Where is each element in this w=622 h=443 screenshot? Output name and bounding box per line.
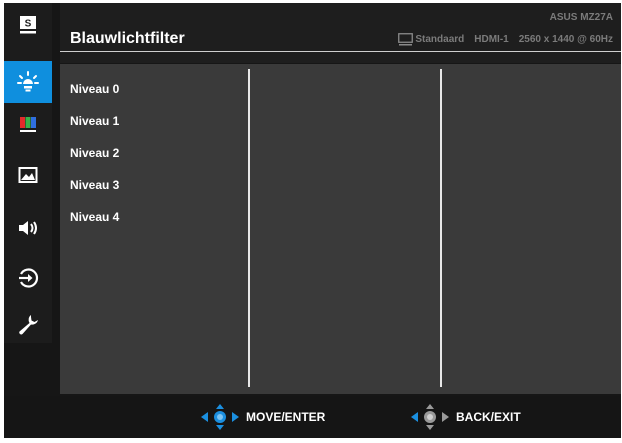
- sidebar-item-color[interactable]: [4, 106, 52, 142]
- splendid-icon: S: [20, 16, 36, 34]
- sidebar-item-system-setup[interactable]: [4, 306, 52, 342]
- column-divider-2: [440, 69, 442, 387]
- page-title: Blauwlichtfilter: [70, 30, 185, 47]
- option-niveau-1[interactable]: Niveau 1: [70, 110, 119, 142]
- status-bar: Standaard HDMI-1 2560 x 1440 @ 60Hz: [398, 33, 613, 46]
- option-niveau-3[interactable]: Niveau 3: [70, 174, 119, 206]
- footer: MOVE/ENTER BACK/EXIT: [4, 396, 621, 438]
- resolution-label: 2560 x 1440 @ 60Hz: [518, 34, 613, 45]
- header-divider: [60, 51, 621, 52]
- sidebar: S: [4, 3, 52, 343]
- sidebar-item-splendid[interactable]: S: [4, 7, 52, 43]
- wrench-icon: [19, 315, 38, 335]
- option-niveau-2[interactable]: Niveau 2: [70, 142, 119, 174]
- back-exit-label: BACK/EXIT: [456, 410, 521, 424]
- options-panel: Niveau 0 Niveau 1 Niveau 2 Niveau 3 Nive…: [60, 64, 621, 394]
- osd-menu: S Blauwlichtfilter ASUS MZ27A Standaard …: [4, 3, 621, 438]
- image-icon: [18, 167, 38, 183]
- model-name: ASUS MZ27A: [549, 12, 613, 23]
- mode-indicator: Standaard: [398, 33, 464, 46]
- option-niveau-4[interactable]: Niveau 4: [70, 206, 119, 238]
- input-select-icon: [19, 268, 39, 288]
- sound-icon: [19, 221, 37, 235]
- joystick-back-icon: [411, 404, 449, 430]
- options-list: Niveau 0 Niveau 1 Niveau 2 Niveau 3 Nive…: [70, 78, 119, 238]
- sidebar-item-input-select[interactable]: [4, 260, 52, 296]
- move-enter-hint: MOVE/ENTER: [200, 403, 325, 431]
- sidebar-item-sound[interactable]: [4, 210, 52, 246]
- input-label: HDMI-1: [474, 34, 509, 45]
- move-enter-label: MOVE/ENTER: [246, 410, 326, 424]
- option-niveau-0[interactable]: Niveau 0: [70, 78, 119, 110]
- blue-light-icon: [17, 71, 39, 92]
- column-divider-1: [248, 69, 250, 387]
- sidebar-item-blue-light-filter[interactable]: [4, 61, 52, 103]
- svg-text:S: S: [25, 19, 32, 30]
- header: Blauwlichtfilter ASUS MZ27A Standaard HD…: [60, 3, 621, 63]
- joystick-move-icon: [201, 404, 239, 430]
- sidebar-item-image[interactable]: [4, 157, 52, 193]
- color-icon: [20, 117, 36, 132]
- back-exit-hint: BACK/EXIT: [410, 403, 521, 431]
- mode-label: Standaard: [415, 34, 465, 45]
- monitor-icon: [398, 33, 414, 46]
